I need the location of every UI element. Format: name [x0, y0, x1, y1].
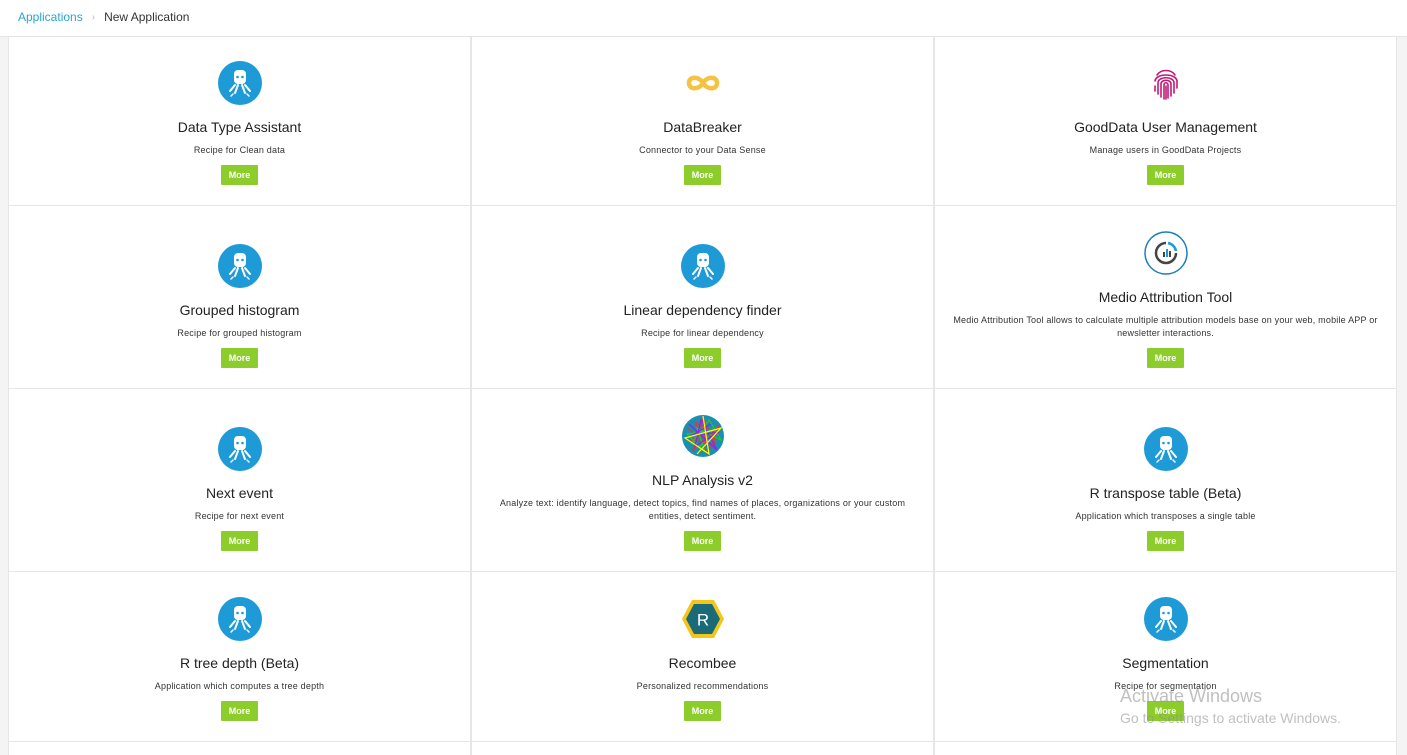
app-description: Connector to your Data Sense — [639, 145, 766, 155]
more-button[interactable]: More — [684, 348, 721, 368]
app-description: Personalized recommendations — [636, 681, 769, 691]
keboola-robot-icon — [1143, 597, 1188, 641]
breadcrumb-applications-link[interactable]: Applications — [18, 10, 83, 24]
app-title: Recombee — [668, 655, 737, 671]
app-title: Grouped histogram — [179, 302, 300, 318]
more-button[interactable]: More — [684, 531, 721, 551]
app-title: Next event — [206, 485, 273, 501]
more-button[interactable]: More — [221, 531, 258, 551]
breadcrumb: Applications › New Application — [18, 10, 189, 24]
app-title: Linear dependency finder — [623, 302, 782, 318]
more-button[interactable]: More — [221, 165, 258, 185]
medio-chart-icon — [1143, 231, 1188, 275]
more-button[interactable]: More — [1147, 531, 1184, 551]
app-title: R transpose table (Beta) — [1089, 485, 1242, 501]
nlp-network-icon — [681, 415, 724, 457]
keboola-robot-icon — [217, 597, 262, 641]
app-description: Recipe for linear dependency — [641, 328, 764, 338]
recombee-hexagon-icon: R — [681, 600, 724, 638]
app-card: Segmentation Recipe for segmentation Mor… — [934, 572, 1397, 742]
app-title: NLP Analysis v2 — [652, 472, 753, 488]
more-button[interactable]: More — [1147, 348, 1184, 368]
app-card: NLP Analysis v2 Analyze text: identify l… — [471, 389, 934, 572]
more-button[interactable]: More — [221, 701, 258, 721]
infinity-icon — [686, 75, 719, 91]
application-grid: Data Type Assistant Recipe for Clean dat… — [8, 37, 1397, 755]
app-description: Application which computes a tree depth — [154, 681, 325, 691]
app-description: Recipe for next event — [194, 511, 285, 521]
keboola-robot-icon — [217, 61, 262, 105]
app-description: Recipe for grouped histogram — [177, 328, 302, 338]
app-card: R Recombee Personalized recommendations … — [471, 572, 934, 742]
app-card: Next event Recipe for next event More — [8, 389, 471, 572]
more-button[interactable]: More — [1147, 165, 1184, 185]
app-title: Data Type Assistant — [177, 119, 302, 135]
app-card: Data Type Assistant Recipe for Clean dat… — [8, 37, 471, 206]
app-card: Grouped histogram Recipe for grouped his… — [8, 206, 471, 389]
keboola-robot-icon — [217, 427, 262, 471]
fingerprint-icon — [1153, 69, 1178, 100]
more-button[interactable]: More — [684, 165, 721, 185]
app-card: GoodData User Management Manage users in… — [934, 37, 1397, 206]
app-title: GoodData User Management — [1074, 119, 1257, 135]
app-description: Analyze text: identify language, detect … — [499, 498, 906, 521]
app-card: DataBreaker Connector to your Data Sense… — [471, 37, 934, 206]
keboola-robot-icon — [1143, 427, 1188, 471]
app-card-partial — [471, 742, 934, 755]
more-button[interactable]: More — [221, 348, 258, 368]
svg-text:R: R — [696, 611, 708, 630]
keboola-robot-icon — [217, 244, 262, 288]
app-title: Segmentation — [1122, 655, 1209, 671]
more-button[interactable]: More — [1147, 701, 1184, 721]
app-card: Medio Attribution Tool Medio Attribution… — [934, 206, 1397, 389]
breadcrumb-separator-icon: › — [91, 11, 96, 23]
app-description: Manage users in GoodData Projects — [1089, 145, 1242, 155]
more-button[interactable]: More — [684, 701, 721, 721]
app-title: R tree depth (Beta) — [179, 655, 300, 671]
top-bar: Applications › New Application — [0, 0, 1407, 37]
app-card: Linear dependency finder Recipe for line… — [471, 206, 934, 389]
app-card: R tree depth (Beta) Application which co… — [8, 572, 471, 742]
app-title: Medio Attribution Tool — [1098, 289, 1233, 305]
app-card-partial — [8, 742, 471, 755]
app-description: Application which transposes a single ta… — [1075, 511, 1256, 521]
app-title: DataBreaker — [663, 119, 742, 135]
app-card: R transpose table (Beta) Application whi… — [934, 389, 1397, 572]
app-description: Medio Attribution Tool allows to calcula… — [953, 315, 1378, 338]
app-card-partial — [934, 742, 1397, 755]
keboola-robot-icon — [680, 244, 725, 288]
app-description: Recipe for segmentation — [1114, 681, 1217, 691]
breadcrumb-current: New Application — [104, 10, 190, 24]
app-description: Recipe for Clean data — [193, 145, 286, 155]
